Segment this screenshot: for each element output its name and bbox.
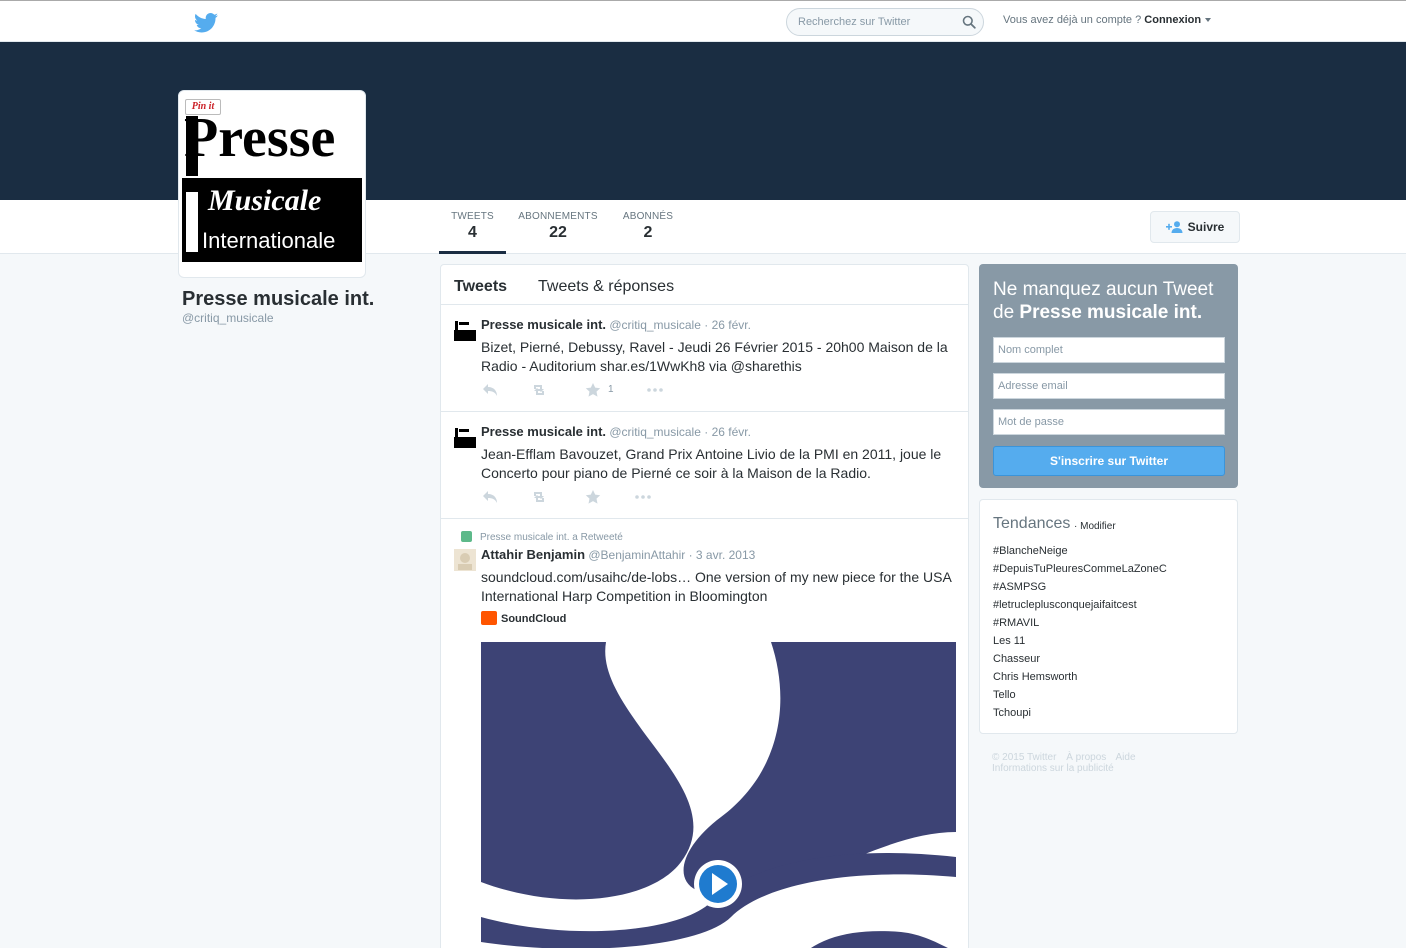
tweet-author-name[interactable]: Presse musicale int. xyxy=(481,424,606,439)
more-options-icon[interactable] xyxy=(647,383,663,397)
follow-button[interactable]: Suivre xyxy=(1150,211,1240,243)
login-area: Vous avez déjà un compte ? Connexion xyxy=(1003,14,1212,26)
trend-item[interactable]: Tchoupi xyxy=(993,704,1167,722)
favorite-count: 1 xyxy=(608,384,614,395)
trends-list: #BlancheNeige #DepuisTuPleuresCommeLaZon… xyxy=(993,542,1167,722)
avatar[interactable] xyxy=(454,426,476,448)
trend-item[interactable]: #DepuisTuPleuresCommeLaZoneC xyxy=(993,560,1167,578)
stat-following[interactable]: ABONNEMENTS 22 xyxy=(515,200,601,254)
soundcloud-media-player[interactable] xyxy=(481,642,956,948)
tweet-date[interactable]: · 26 févr. xyxy=(704,425,751,439)
login-prompt: Vous avez déjà un compte ? xyxy=(1003,14,1142,26)
footer-copyright: © 2015 Twitter xyxy=(992,752,1057,763)
add-user-icon xyxy=(1165,221,1183,233)
trends-title: Tendances xyxy=(993,515,1071,532)
signup-button[interactable]: S'inscrire sur Twitter xyxy=(993,446,1225,476)
signup-title-name: Presse musicale int. xyxy=(1019,302,1203,323)
follow-label: Suivre xyxy=(1187,220,1225,234)
profile-name[interactable]: Presse musicale int. xyxy=(182,288,374,311)
retweet-icon[interactable] xyxy=(531,490,547,504)
top-navigation-bar: Vous avez déjà un compte ? Connexion xyxy=(0,0,1406,42)
signup-title: Ne manquez aucun Tweet de Presse musical… xyxy=(993,279,1214,323)
logo-word-musicale: Musicale xyxy=(207,184,321,217)
pin-it-button[interactable]: Pin it xyxy=(185,99,221,115)
tweet-header: Presse musicale int. @critiq_musicale · … xyxy=(481,317,751,332)
stat-value: 2 xyxy=(643,224,653,241)
login-link[interactable]: Connexion xyxy=(1144,14,1201,26)
avatar[interactable] xyxy=(454,319,476,341)
footer-ads-link[interactable]: Informations sur la publicité xyxy=(992,763,1114,774)
twitter-bird-icon[interactable] xyxy=(194,13,218,33)
favorite-star-icon[interactable] xyxy=(585,490,601,504)
tweet-date[interactable]: · 3 avr. 2013 xyxy=(689,548,756,562)
timeline: Tweets Tweets & réponses Presse musicale… xyxy=(440,264,969,948)
trend-item[interactable]: #BlancheNeige xyxy=(993,542,1167,560)
trend-item[interactable]: Chasseur xyxy=(993,650,1167,668)
tweet-author-name[interactable]: Attahir Benjamin xyxy=(481,547,585,562)
logo-word-internationale: Internationale xyxy=(202,228,335,253)
card-source[interactable]: SoundCloud xyxy=(481,611,566,625)
retweet-icon[interactable] xyxy=(531,383,547,397)
retweet-icon xyxy=(461,531,472,542)
tweet-author-handle[interactable]: @critiq_musicale xyxy=(609,425,701,439)
timeline-tabs: Tweets Tweets & réponses xyxy=(441,265,968,305)
tweet-header: Attahir Benjamin @BenjaminAttahir · 3 av… xyxy=(481,547,755,562)
tweet-text: soundcloud.com/usaihc/de-lobs… One versi… xyxy=(481,569,952,604)
soundcloud-icon xyxy=(481,611,497,625)
more-options-icon[interactable] xyxy=(635,490,651,504)
tab-tweets-replies[interactable]: Tweets & réponses xyxy=(538,278,674,296)
trend-item[interactable]: Tello xyxy=(993,686,1167,704)
trends-modify-link[interactable]: · Modifier xyxy=(1074,521,1116,532)
stat-value: 22 xyxy=(549,224,567,241)
card-source-label: SoundCloud xyxy=(501,613,567,625)
footer-about-link[interactable]: À propos xyxy=(1066,752,1106,763)
tweet-header: Presse musicale int. @critiq_musicale · … xyxy=(481,424,751,439)
stat-label: TWEETS xyxy=(451,211,494,222)
footer: © 2015 Twitter À propos Aide Information… xyxy=(992,752,1232,774)
tweet[interactable]: Presse musicale int. a Retweeté Attahir … xyxy=(441,519,968,948)
retweet-label[interactable]: Presse musicale int. a Retweeté xyxy=(480,532,623,543)
email-field[interactable] xyxy=(993,373,1225,399)
trend-item[interactable]: Les 11 xyxy=(993,632,1167,650)
tab-tweets[interactable]: Tweets xyxy=(454,278,507,296)
avatar[interactable] xyxy=(454,549,476,571)
search-box xyxy=(786,8,984,36)
trend-item[interactable]: #letrucleplusconquejaifaitcest xyxy=(993,596,1167,614)
tweet-date[interactable]: · 26 févr. xyxy=(704,318,751,332)
favorite-star-icon[interactable] xyxy=(585,383,601,397)
stat-value: 4 xyxy=(468,224,477,241)
trend-item[interactable]: #ASMPSG xyxy=(993,578,1167,596)
footer-help-link[interactable]: Aide xyxy=(1116,752,1136,763)
trends-module: Tendances · Modifier #BlancheNeige #Depu… xyxy=(979,499,1238,734)
stat-followers[interactable]: ABONNÉS 2 xyxy=(617,200,679,254)
search-input[interactable] xyxy=(787,9,957,35)
reply-icon[interactable] xyxy=(482,490,498,504)
stat-label: ABONNÉS xyxy=(622,211,674,222)
logo-letter-p: Presse xyxy=(184,107,335,169)
search-icon[interactable] xyxy=(962,15,976,29)
tweet-text: Bizet, Pierné, Debussy, Ravel - Jeudi 26… xyxy=(481,339,948,374)
trend-item[interactable]: Chris Hemsworth xyxy=(993,668,1167,686)
chevron-down-icon[interactable] xyxy=(1205,18,1212,23)
tweet[interactable]: Presse musicale int. @critiq_musicale · … xyxy=(441,305,968,412)
stat-label: ABONNEMENTS xyxy=(518,211,598,222)
profile-handle[interactable]: @critiq_musicale xyxy=(182,311,274,325)
password-field[interactable] xyxy=(993,409,1225,435)
avatar[interactable]: Presse Musicale Internationale xyxy=(182,96,362,262)
retweet-context: Presse musicale int. a Retweeté xyxy=(461,531,623,543)
tweet[interactable]: Presse musicale int. @critiq_musicale · … xyxy=(441,412,968,519)
tweet-author-name[interactable]: Presse musicale int. xyxy=(481,317,606,332)
tweet-text: Jean-Efflam Bavouzet, Grand Prix Antoine… xyxy=(481,446,942,481)
trend-item[interactable]: #RMAVIL xyxy=(993,614,1167,632)
tweet-author-handle[interactable]: @BenjaminAttahir xyxy=(588,548,685,562)
full-name-field[interactable] xyxy=(993,337,1225,363)
tweet-author-handle[interactable]: @critiq_musicale xyxy=(609,318,701,332)
reply-icon[interactable] xyxy=(482,383,498,397)
stat-tweets[interactable]: TWEETS 4 xyxy=(439,200,506,254)
media-artwork xyxy=(481,642,956,948)
signup-panel: Ne manquez aucun Tweet de Presse musical… xyxy=(979,264,1238,488)
